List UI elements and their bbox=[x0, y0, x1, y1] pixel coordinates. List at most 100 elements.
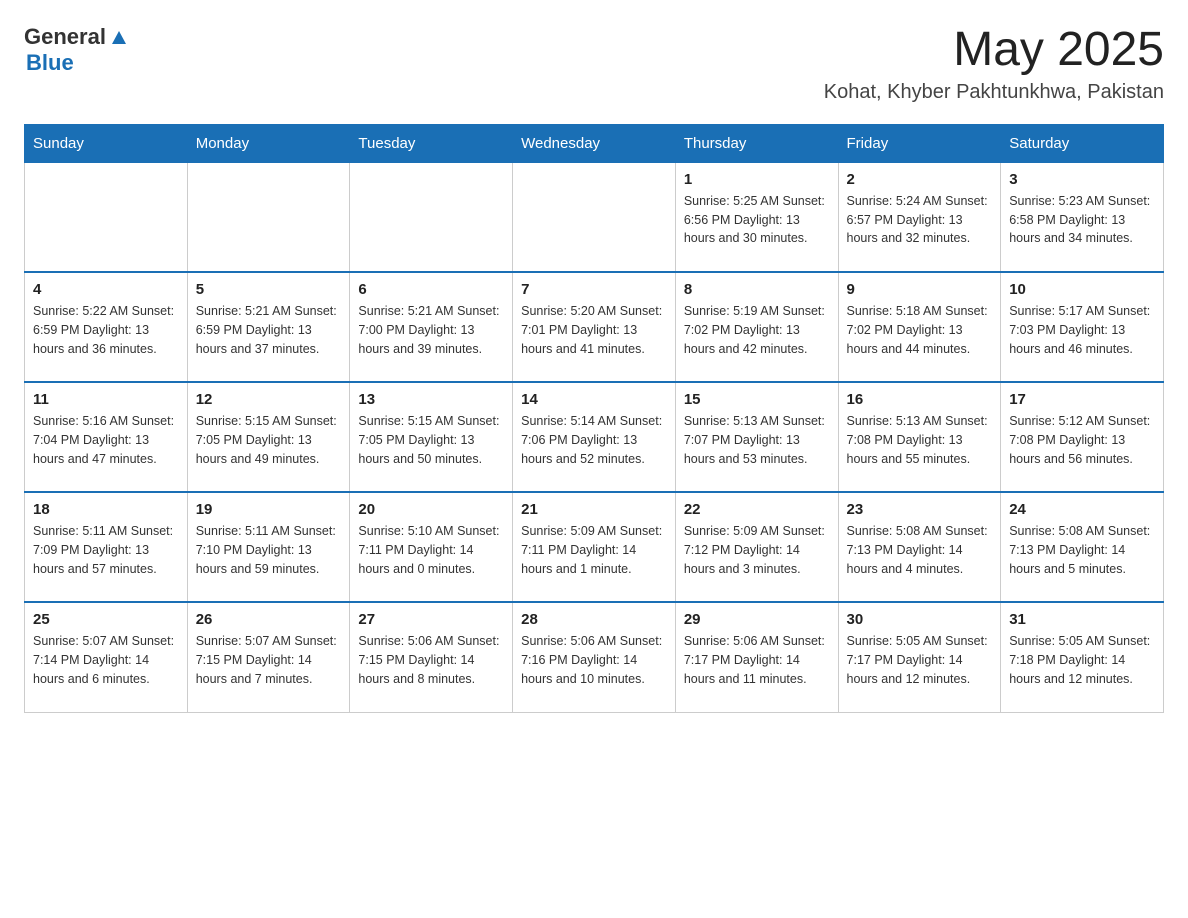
calendar-cell-3-2: 20Sunrise: 5:10 AM Sunset: 7:11 PM Dayli… bbox=[350, 492, 513, 602]
calendar-cell-2-1: 12 Sunrise: 5:15 AM Sunset: 7:05 PM Dayli… bbox=[187, 382, 350, 492]
day-number: 22 bbox=[684, 501, 830, 518]
day-number: 8 bbox=[684, 281, 830, 298]
day-info: Sunrise: 5:22 AM Sunset: 6:59 PM Dayligh… bbox=[33, 302, 179, 358]
day-info: Sunrise: 5:15 AM Sunset: 7:05 PM Dayligh… bbox=[196, 412, 342, 468]
calendar-cell-0-5: 2Sunrise: 5:24 AM Sunset: 6:57 PM Daylig… bbox=[838, 162, 1001, 272]
title-section: May 2025 Kohat, Khyber Pakhtunkhwa, Paki… bbox=[824, 24, 1164, 104]
day-info: Sunrise: 5:23 AM Sunset: 6:58 PM Dayligh… bbox=[1009, 192, 1155, 248]
calendar-header-row: SundayMondayTuesdayWednesdayThursdayFrid… bbox=[25, 124, 1164, 162]
day-info: Sunrise: 5:06 AM Sunset: 7:16 PM Dayligh… bbox=[521, 632, 667, 688]
day-number: 9 bbox=[847, 281, 993, 298]
day-number: 3 bbox=[1009, 171, 1155, 188]
calendar-cell-2-3: 14Sunrise: 5:14 AM Sunset: 7:06 PM Dayli… bbox=[513, 382, 676, 492]
calendar-cell-1-0: 4Sunrise: 5:22 AM Sunset: 6:59 PM Daylig… bbox=[25, 272, 188, 382]
day-info: Sunrise: 5:24 AM Sunset: 6:57 PM Dayligh… bbox=[847, 192, 993, 248]
header-sunday: Sunday bbox=[25, 124, 188, 162]
day-number: 28 bbox=[521, 611, 667, 628]
calendar-week-3: 11Sunrise: 5:16 AM Sunset: 7:04 PM Dayli… bbox=[25, 382, 1164, 492]
calendar-cell-2-2: 13Sunrise: 5:15 AM Sunset: 7:05 PM Dayli… bbox=[350, 382, 513, 492]
day-info: Sunrise: 5:10 AM Sunset: 7:11 PM Dayligh… bbox=[358, 522, 504, 578]
day-info: Sunrise: 5:11 AM Sunset: 7:10 PM Dayligh… bbox=[196, 522, 342, 578]
day-number: 25 bbox=[33, 611, 179, 628]
calendar-table: SundayMondayTuesdayWednesdayThursdayFrid… bbox=[24, 124, 1164, 713]
day-number: 24 bbox=[1009, 501, 1155, 518]
day-number: 15 bbox=[684, 391, 830, 408]
calendar-week-2: 4Sunrise: 5:22 AM Sunset: 6:59 PM Daylig… bbox=[25, 272, 1164, 382]
calendar-cell-0-2 bbox=[350, 162, 513, 272]
day-info: Sunrise: 5:09 AM Sunset: 7:12 PM Dayligh… bbox=[684, 522, 830, 578]
day-info: Sunrise: 5:06 AM Sunset: 7:17 PM Dayligh… bbox=[684, 632, 830, 688]
calendar-cell-1-5: 9 Sunrise: 5:18 AM Sunset: 7:02 PM Daylig… bbox=[838, 272, 1001, 382]
calendar-cell-3-0: 18 Sunrise: 5:11 AM Sunset: 7:09 PM Dayli… bbox=[25, 492, 188, 602]
calendar-cell-1-3: 7 Sunrise: 5:20 AM Sunset: 7:01 PM Daylig… bbox=[513, 272, 676, 382]
day-number: 29 bbox=[684, 611, 830, 628]
page-header: General Blue May 2025 Kohat, Khyber Pakh… bbox=[24, 24, 1164, 104]
calendar-week-1: 1 Sunrise: 5:25 AM Sunset: 6:56 PM Daylig… bbox=[25, 162, 1164, 272]
day-info: Sunrise: 5:11 AM Sunset: 7:09 PM Dayligh… bbox=[33, 522, 179, 578]
calendar-cell-3-4: 22 Sunrise: 5:09 AM Sunset: 7:12 PM Dayli… bbox=[675, 492, 838, 602]
calendar-cell-4-2: 27Sunrise: 5:06 AM Sunset: 7:15 PM Dayli… bbox=[350, 602, 513, 712]
calendar-cell-2-4: 15 Sunrise: 5:13 AM Sunset: 7:07 PM Dayli… bbox=[675, 382, 838, 492]
calendar-cell-4-4: 29 Sunrise: 5:06 AM Sunset: 7:17 PM Dayli… bbox=[675, 602, 838, 712]
calendar-cell-3-3: 21 Sunrise: 5:09 AM Sunset: 7:11 PM Dayli… bbox=[513, 492, 676, 602]
day-info: Sunrise: 5:19 AM Sunset: 7:02 PM Dayligh… bbox=[684, 302, 830, 358]
calendar-cell-0-0 bbox=[25, 162, 188, 272]
logo-blue-text: Blue bbox=[26, 50, 74, 76]
day-info: Sunrise: 5:08 AM Sunset: 7:13 PM Dayligh… bbox=[847, 522, 993, 578]
calendar-subtitle: Kohat, Khyber Pakhtunkhwa, Pakistan bbox=[824, 81, 1164, 104]
calendar-cell-1-6: 10 Sunrise: 5:17 AM Sunset: 7:03 PM Dayli… bbox=[1001, 272, 1164, 382]
header-monday: Monday bbox=[187, 124, 350, 162]
calendar-cell-1-4: 8 Sunrise: 5:19 AM Sunset: 7:02 PM Daylig… bbox=[675, 272, 838, 382]
day-info: Sunrise: 5:07 AM Sunset: 7:14 PM Dayligh… bbox=[33, 632, 179, 688]
logo: General Blue bbox=[24, 24, 130, 76]
day-number: 13 bbox=[358, 391, 504, 408]
logo-general-text: General bbox=[24, 24, 106, 50]
calendar-title: May 2025 bbox=[824, 24, 1164, 77]
header-wednesday: Wednesday bbox=[513, 124, 676, 162]
calendar-cell-0-1 bbox=[187, 162, 350, 272]
day-info: Sunrise: 5:18 AM Sunset: 7:02 PM Dayligh… bbox=[847, 302, 993, 358]
logo-triangle-icon bbox=[108, 26, 130, 48]
calendar-cell-1-1: 5 Sunrise: 5:21 AM Sunset: 6:59 PM Daylig… bbox=[187, 272, 350, 382]
day-number: 7 bbox=[521, 281, 667, 298]
calendar-cell-4-5: 30Sunrise: 5:05 AM Sunset: 7:17 PM Dayli… bbox=[838, 602, 1001, 712]
header-friday: Friday bbox=[838, 124, 1001, 162]
calendar-cell-3-5: 23 Sunrise: 5:08 AM Sunset: 7:13 PM Dayli… bbox=[838, 492, 1001, 602]
day-info: Sunrise: 5:07 AM Sunset: 7:15 PM Dayligh… bbox=[196, 632, 342, 688]
calendar-cell-4-1: 26 Sunrise: 5:07 AM Sunset: 7:15 PM Dayli… bbox=[187, 602, 350, 712]
day-number: 26 bbox=[196, 611, 342, 628]
calendar-cell-0-6: 3 Sunrise: 5:23 AM Sunset: 6:58 PM Daylig… bbox=[1001, 162, 1164, 272]
day-number: 17 bbox=[1009, 391, 1155, 408]
day-number: 5 bbox=[196, 281, 342, 298]
day-number: 31 bbox=[1009, 611, 1155, 628]
calendar-cell-4-6: 31Sunrise: 5:05 AM Sunset: 7:18 PM Dayli… bbox=[1001, 602, 1164, 712]
day-info: Sunrise: 5:13 AM Sunset: 7:08 PM Dayligh… bbox=[847, 412, 993, 468]
calendar-cell-2-0: 11Sunrise: 5:16 AM Sunset: 7:04 PM Dayli… bbox=[25, 382, 188, 492]
day-info: Sunrise: 5:16 AM Sunset: 7:04 PM Dayligh… bbox=[33, 412, 179, 468]
calendar-cell-0-3 bbox=[513, 162, 676, 272]
day-info: Sunrise: 5:08 AM Sunset: 7:13 PM Dayligh… bbox=[1009, 522, 1155, 578]
day-info: Sunrise: 5:25 AM Sunset: 6:56 PM Dayligh… bbox=[684, 192, 830, 248]
day-info: Sunrise: 5:17 AM Sunset: 7:03 PM Dayligh… bbox=[1009, 302, 1155, 358]
calendar-cell-0-4: 1 Sunrise: 5:25 AM Sunset: 6:56 PM Daylig… bbox=[675, 162, 838, 272]
day-number: 10 bbox=[1009, 281, 1155, 298]
day-info: Sunrise: 5:12 AM Sunset: 7:08 PM Dayligh… bbox=[1009, 412, 1155, 468]
day-number: 18 bbox=[33, 501, 179, 518]
day-number: 12 bbox=[196, 391, 342, 408]
calendar-cell-2-6: 17 Sunrise: 5:12 AM Sunset: 7:08 PM Dayli… bbox=[1001, 382, 1164, 492]
day-number: 1 bbox=[684, 171, 830, 188]
calendar-cell-4-0: 25 Sunrise: 5:07 AM Sunset: 7:14 PM Dayli… bbox=[25, 602, 188, 712]
day-number: 30 bbox=[847, 611, 993, 628]
day-info: Sunrise: 5:13 AM Sunset: 7:07 PM Dayligh… bbox=[684, 412, 830, 468]
day-number: 6 bbox=[358, 281, 504, 298]
day-number: 23 bbox=[847, 501, 993, 518]
day-number: 19 bbox=[196, 501, 342, 518]
day-info: Sunrise: 5:21 AM Sunset: 6:59 PM Dayligh… bbox=[196, 302, 342, 358]
calendar-week-5: 25 Sunrise: 5:07 AM Sunset: 7:14 PM Dayli… bbox=[25, 602, 1164, 712]
day-info: Sunrise: 5:06 AM Sunset: 7:15 PM Dayligh… bbox=[358, 632, 504, 688]
header-thursday: Thursday bbox=[675, 124, 838, 162]
day-number: 16 bbox=[847, 391, 993, 408]
day-info: Sunrise: 5:20 AM Sunset: 7:01 PM Dayligh… bbox=[521, 302, 667, 358]
day-number: 21 bbox=[521, 501, 667, 518]
day-info: Sunrise: 5:09 AM Sunset: 7:11 PM Dayligh… bbox=[521, 522, 667, 578]
